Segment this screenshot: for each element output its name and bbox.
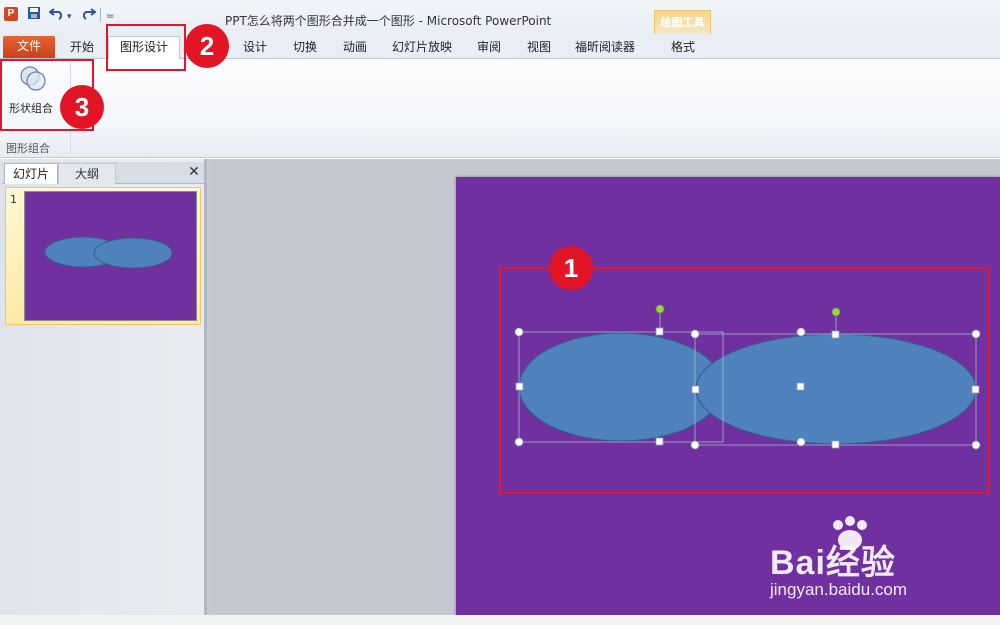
slide-number: 1 <box>10 193 17 206</box>
tab-view[interactable]: 视图 <box>520 38 558 58</box>
watermark-url: jingyan.baidu.com <box>770 580 908 599</box>
save-icon[interactable] <box>27 6 41 25</box>
close-pane-icon[interactable]: ✕ <box>186 163 202 181</box>
tab-foxit-reader[interactable]: 福昕阅读器 <box>570 38 640 58</box>
window-title: PPT怎么将两个图形合并成一个图形 - Microsoft PowerPoint <box>225 14 552 28</box>
tab-animations[interactable]: 动画 <box>336 38 374 58</box>
annotation-box-shapes <box>499 267 990 494</box>
tab-review[interactable]: 审阅 <box>470 38 508 58</box>
annotation-badge-3: 3 <box>60 85 104 129</box>
thumbnail-shapes <box>44 236 173 269</box>
ribbon-group-label: 图形组合 <box>6 142 50 155</box>
undo-dropdown-icon[interactable]: ▾ <box>67 9 72 25</box>
tab-slideshow[interactable]: 幻灯片放映 <box>388 38 456 58</box>
powerpoint-app-icon[interactable]: P <box>4 7 18 21</box>
ribbon-panel <box>0 58 1000 158</box>
redo-icon[interactable] <box>80 6 97 25</box>
tab-home[interactable]: 开始 <box>62 38 102 58</box>
tab-format[interactable]: 格式 <box>662 38 704 58</box>
context-group-label: 绘图工具 <box>660 16 705 29</box>
status-strip <box>0 615 1000 625</box>
tab-file[interactable]: 文件 <box>3 36 55 58</box>
tab-shape-design[interactable]: 图形设计 <box>108 36 180 59</box>
annotation-badge-1: 1 <box>549 246 593 290</box>
tab-transitions[interactable]: 切换 <box>286 38 324 58</box>
tab-design[interactable]: 设计 <box>236 38 274 58</box>
tab-slides[interactable]: 幻灯片 <box>4 163 58 184</box>
tab-outline[interactable]: 大纲 <box>58 163 116 184</box>
toolbar-separator <box>100 8 101 22</box>
watermark-brand: Bai经验 <box>770 544 896 582</box>
annotation-badge-2: 2 <box>185 24 229 68</box>
slide-thumbnail[interactable] <box>24 191 197 321</box>
customize-toolbar-icon[interactable]: = <box>106 9 114 25</box>
undo-icon[interactable] <box>48 6 65 25</box>
baidu-jingyan-watermark: Bai经验 jingyan.baidu.com <box>770 515 970 605</box>
